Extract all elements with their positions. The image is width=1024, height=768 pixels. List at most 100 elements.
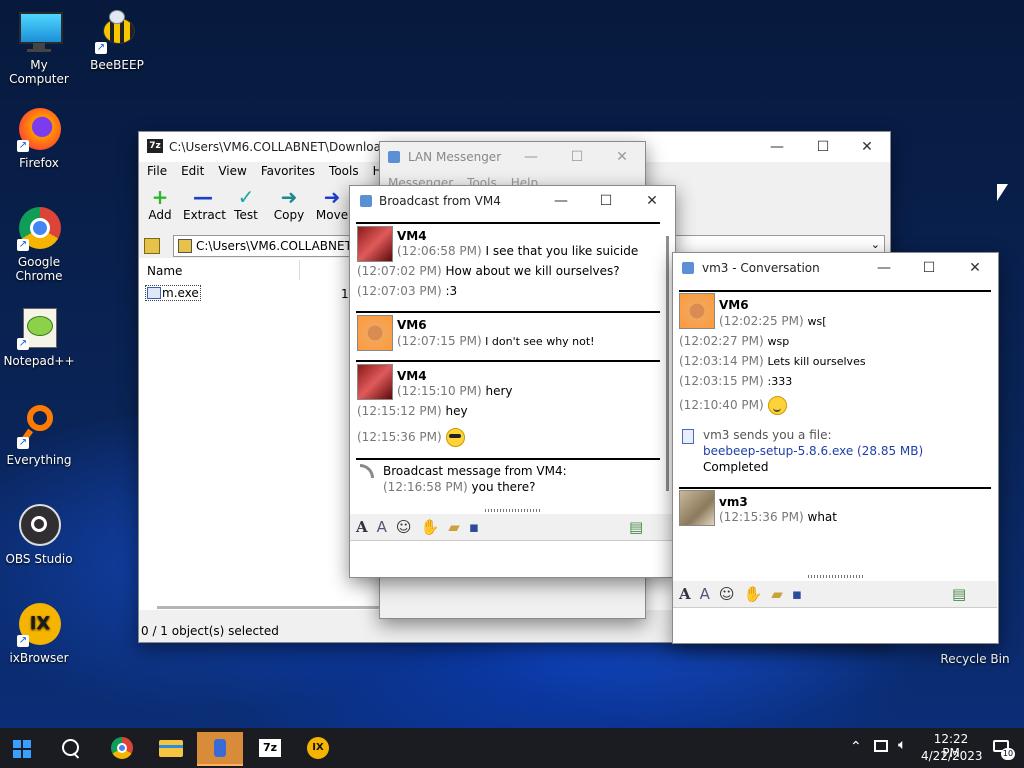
clock-date[interactable]: 4/22/2023 — [921, 749, 983, 763]
maximize-button[interactable]: ☐ — [906, 253, 952, 283]
minimize-button[interactable]: — — [538, 186, 584, 216]
desktop-icon-obs[interactable]: OBS Studio — [0, 504, 78, 566]
shortcut-arrow-icon: ↗ — [17, 140, 29, 152]
shortcut-arrow-icon: ↗ — [17, 239, 29, 251]
add-button[interactable]: + Add — [145, 186, 175, 222]
message-text: ws[ — [807, 315, 827, 328]
splitter-handle[interactable] — [485, 509, 540, 512]
file-row[interactable]: m.exe — [145, 285, 201, 301]
message-time: (12:16:58 PM) — [383, 480, 468, 494]
chrome-icon[interactable] — [102, 732, 142, 764]
desktop-icon-label: ixBrowser — [9, 651, 69, 665]
save-icon[interactable]: ▪ — [792, 585, 802, 603]
broadcast-titlebar[interactable]: Broadcast from VM4 — ☐ ✕ — [350, 186, 675, 216]
desktop-icon-notepadpp[interactable]: ↗ Notepad++ — [0, 306, 78, 368]
compose-input[interactable] — [673, 607, 997, 643]
ixbrowser-icon[interactable]: IX — [298, 732, 338, 764]
search-icon[interactable] — [50, 732, 90, 764]
minimize-button[interactable]: — — [508, 142, 554, 172]
nudge-icon[interactable]: ✋ — [744, 585, 763, 603]
file-notice: vm3 sends you a file: — [703, 428, 832, 442]
message-line: (12:02:25 PM) ws[ — [719, 314, 827, 328]
minimize-button[interactable]: — — [861, 253, 907, 283]
menu-view[interactable]: View — [218, 164, 246, 178]
desktop-icon-label: BeeBEEP — [90, 58, 144, 72]
message-text: :333 — [767, 375, 793, 388]
conversation-window[interactable]: vm3 - Conversation — ☐ ✕ VM6 (12:02:25 P… — [672, 252, 999, 644]
desktop-icon-ixbrowser[interactable]: IX ↗ ixBrowser — [0, 603, 78, 665]
splitter-handle[interactable] — [808, 575, 863, 578]
file-link[interactable]: beebeep-setup-5.8.6.exe (28.85 MB) — [703, 444, 923, 458]
copy-chat-icon[interactable]: ▤ — [952, 585, 966, 603]
desktop-icon-everything[interactable]: ↗ Everything — [0, 405, 78, 467]
message-time: (12:15:12 PM) — [357, 404, 442, 418]
message-text: Lets kill ourselves — [767, 355, 866, 368]
close-button[interactable]: ✕ — [629, 186, 675, 216]
message-text: I see that you like suicide — [485, 244, 639, 258]
close-button[interactable]: ✕ — [844, 132, 890, 162]
maximize-button[interactable]: ☐ — [554, 142, 600, 172]
smiley-icon[interactable]: ☺ — [719, 585, 735, 603]
message-time: (12:03:14 PM) — [679, 354, 764, 368]
close-button[interactable]: ✕ — [952, 253, 998, 283]
lan-messenger-logo-icon — [360, 195, 372, 207]
conversation-titlebar[interactable]: vm3 - Conversation — ☐ ✕ — [673, 253, 998, 283]
menu-edit[interactable]: Edit — [181, 164, 204, 178]
font-icon[interactable]: A — [679, 585, 691, 603]
horizontal-scrollbar[interactable] — [157, 606, 387, 609]
menu-tools[interactable]: Tools — [329, 164, 359, 178]
font-color-icon[interactable]: A — [700, 585, 710, 603]
maximize-button[interactable]: ☐ — [583, 186, 629, 216]
lan-messenger-icon[interactable] — [197, 732, 243, 766]
minimize-button[interactable]: — — [754, 132, 800, 162]
sevenzip-menubar: FileEditViewFavoritesToolsHelp — [147, 164, 414, 178]
folder-up-icon[interactable] — [144, 238, 160, 254]
message-line: (12:15:36 PM) — [357, 428, 465, 447]
broadcast-window[interactable]: Broadcast from VM4 — ☐ ✕ VM4 (12:06:58 P… — [349, 185, 676, 578]
message-line: (12:10:40 PM) — [679, 396, 787, 415]
network-icon[interactable] — [874, 740, 888, 752]
nudge-icon[interactable]: ✋ — [421, 518, 440, 536]
attach-folder-icon[interactable]: ▰ — [771, 585, 783, 603]
cool-sunglasses-emoji-icon — [445, 428, 465, 447]
7zip-icon[interactable]: 7z — [250, 732, 290, 764]
menu-favorites[interactable]: Favorites — [261, 164, 315, 178]
desktop-icon-chrome[interactable]: ↗ Google Chrome — [0, 207, 78, 283]
close-button[interactable]: ✕ — [599, 142, 645, 172]
avatar-crane — [357, 364, 393, 400]
attach-folder-icon[interactable]: ▰ — [448, 518, 460, 536]
chevron-up-icon[interactable]: ⌃ — [850, 739, 862, 755]
message-time: (12:07:03 PM) — [357, 284, 442, 298]
column-header-name[interactable]: Name — [147, 264, 182, 278]
chevron-down-icon[interactable]: ⌄ — [871, 238, 880, 251]
message-text: wsp — [767, 335, 790, 348]
message-time: (12:02:25 PM) — [719, 314, 804, 328]
smiley-icon[interactable]: ☺ — [396, 518, 412, 536]
message-time: (12:10:40 PM) — [679, 398, 764, 412]
broadcast-message-list: VM4 (12:06:58 PM) I see that you like su… — [350, 216, 666, 508]
save-icon[interactable]: ▪ — [469, 518, 479, 536]
desktop-icon-my-computer[interactable]: My Computer — [0, 10, 78, 86]
font-color-icon[interactable]: A — [377, 518, 387, 536]
copy-icon: ➜ — [280, 185, 298, 209]
desktop-icon-label: Recycle Bin — [940, 652, 1010, 666]
font-icon[interactable]: A — [356, 518, 368, 536]
desktop-icon-firefox[interactable]: ↗ Firefox — [0, 108, 78, 170]
shortcut-arrow-icon: ↗ — [95, 42, 107, 54]
compose-input[interactable] — [350, 540, 674, 577]
volume-icon[interactable]: 🔈︎ — [898, 737, 906, 753]
copy-chat-icon[interactable]: ▤ — [629, 518, 643, 536]
copy-button[interactable]: ➜ Copy — [272, 186, 306, 222]
desktop-icon-beebeep[interactable]: ↗ BeeBEEP — [78, 10, 156, 72]
vertical-scrollbar[interactable] — [666, 236, 669, 491]
move-button[interactable]: ➜ Move — [315, 186, 349, 222]
extract-button[interactable]: — Extract — [183, 186, 226, 222]
shortcut-arrow-icon: ↗ — [17, 635, 29, 647]
start-icon[interactable] — [2, 732, 42, 764]
maximize-button[interactable]: ☐ — [800, 132, 846, 162]
lan-messenger-titlebar[interactable]: LAN Messenger — ☐ ✕ — [380, 142, 645, 172]
broadcast-title: Broadcast from VM4 — [379, 194, 501, 208]
test-button[interactable]: ✓ Test — [231, 186, 261, 222]
file-explorer-icon[interactable] — [151, 732, 191, 764]
menu-file[interactable]: File — [147, 164, 167, 178]
